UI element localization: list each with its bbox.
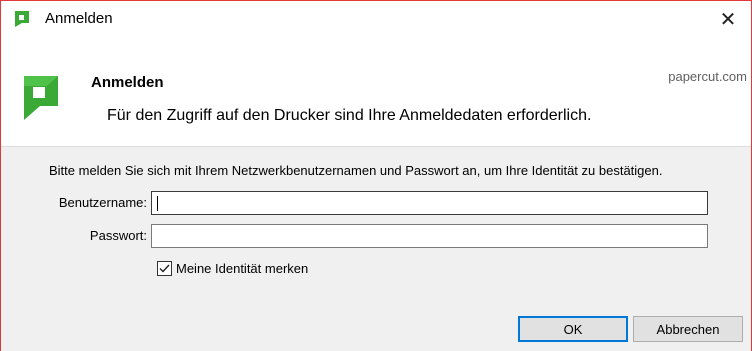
dialog-header: Anmelden papercut.com Für den Zugriff au…: [1, 37, 751, 147]
login-dialog: Anmelden ✕ Anmelden papercut.com Für den…: [0, 0, 752, 351]
checkbox-box[interactable]: [157, 261, 172, 276]
remember-identity-checkbox[interactable]: Meine Identität merken: [157, 261, 308, 276]
remember-identity-label: Meine Identität merken: [176, 261, 309, 276]
close-button[interactable]: ✕: [705, 1, 751, 37]
ok-button[interactable]: OK: [518, 316, 628, 342]
username-input[interactable]: [151, 191, 708, 215]
close-icon: ✕: [719, 8, 737, 31]
login-form: Bitte melden Sie sich mit Ihrem Netzwerk…: [1, 148, 751, 351]
username-label: Benutzername:: [58, 195, 147, 210]
header-title: Anmelden: [91, 74, 164, 91]
papercut-app-icon: [15, 11, 29, 27]
password-input[interactable]: [151, 224, 708, 248]
header-subtitle: Für den Zugriff auf den Drucker sind Ihr…: [107, 107, 592, 124]
brand-text: papercut.com: [668, 69, 747, 84]
window-title: Anmelden: [45, 10, 113, 27]
cancel-button[interactable]: Abbrechen: [633, 316, 743, 342]
papercut-logo-icon: [24, 76, 58, 120]
text-caret: [157, 196, 158, 211]
checkmark-icon: [159, 264, 170, 273]
instructions-text: Bitte melden Sie sich mit Ihrem Netzwerk…: [49, 163, 663, 178]
title-bar: Anmelden ✕: [1, 1, 751, 37]
password-label: Passwort:: [89, 228, 147, 243]
